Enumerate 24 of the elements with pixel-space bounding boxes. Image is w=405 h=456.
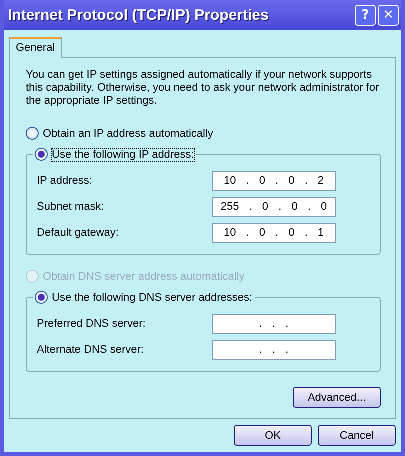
field-label: IP address:	[37, 175, 92, 187]
advanced-button[interactable]: Advanced...	[293, 387, 381, 408]
radio-button[interactable]	[26, 127, 39, 140]
tab[interactable]: General	[9, 37, 62, 58]
ip-address-field[interactable]: 10 . 0 . 0 . 2	[212, 171, 336, 191]
window-title: Internet Protocol (TCP/IP) Properties	[8, 6, 269, 24]
ok-button[interactable]: OK	[234, 425, 312, 446]
radio-button[interactable]	[35, 148, 48, 161]
radio-button[interactable]	[35, 291, 48, 304]
intro-text: You can get IP settings assigned automatically if your network supports this capability. Otherwise, you need to ask your network administrator for the appropriate IP settings.	[26, 69, 380, 108]
field-label: Alternate DNS server:	[37, 344, 144, 356]
help-button[interactable]: ?	[355, 4, 376, 26]
cancel-button[interactable]: Cancel	[318, 425, 396, 446]
radio-option[interactable]: Use the following DNS server addresses:	[35, 291, 253, 304]
ip-address-field[interactable]: 10 . 0 . 0 . 1	[212, 223, 336, 243]
field-label: Preferred DNS server:	[37, 318, 146, 330]
ip-address-field[interactable]: . . .	[212, 340, 336, 360]
radio-option[interactable]: Use the following IP address:	[35, 148, 194, 161]
ip-address-field[interactable]: 255 . 0 . 0 . 0	[212, 197, 336, 217]
ip-address-field[interactable]: . . .	[212, 314, 336, 334]
field-label: Subnet mask:	[37, 201, 104, 213]
radio-option[interactable]: Obtain an IP address automatically	[26, 127, 381, 140]
close-button[interactable]: ✕	[378, 4, 399, 26]
field-label: Default gateway:	[37, 227, 119, 239]
